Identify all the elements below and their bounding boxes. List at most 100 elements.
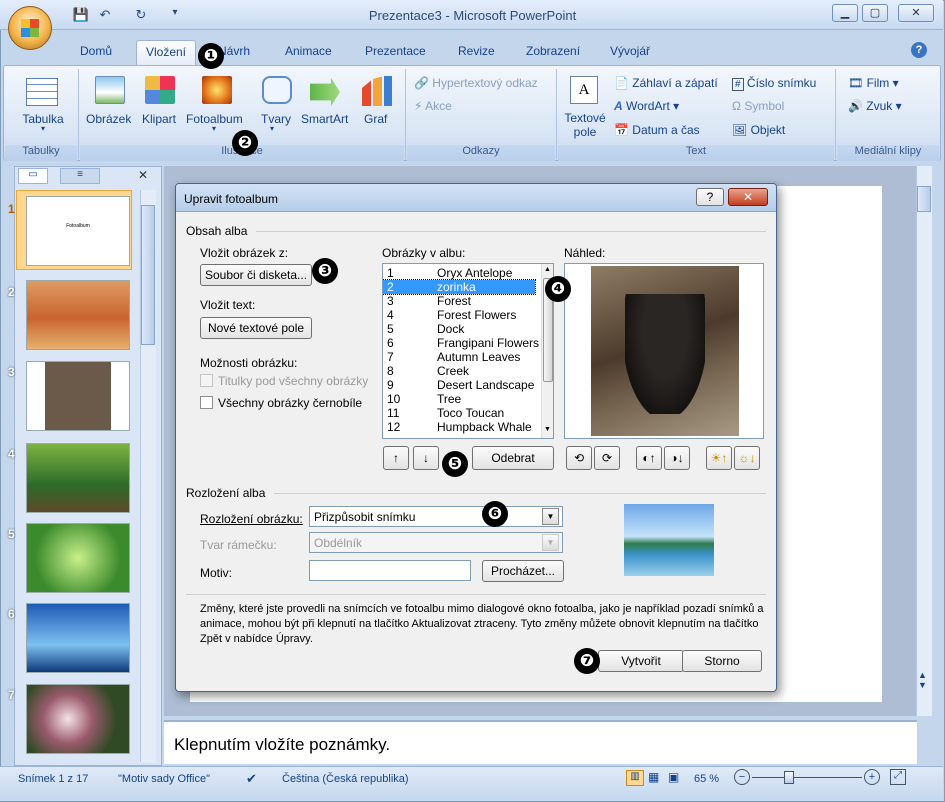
frame-shape-label: Tvar rámečku:: [200, 538, 277, 552]
list-item[interactable]: 12 Humpback Whale: [383, 420, 535, 434]
tab-prezentace[interactable]: Prezentace: [365, 44, 426, 66]
hyperlink-button[interactable]: 🔗 Hypertextový odkaz: [414, 76, 538, 90]
slide-thumb-7[interactable]: [26, 684, 130, 754]
slides-scroll-thumb[interactable]: [141, 205, 155, 345]
zoom-level[interactable]: 65 %: [694, 773, 719, 785]
zahlavi-button[interactable]: 📄 Záhlaví a zápatí: [614, 76, 718, 90]
slideshow-view-icon[interactable]: ▣: [668, 770, 679, 784]
outline-tab-icon[interactable]: ≡: [60, 168, 100, 184]
objekt-button[interactable]: 🖼 Objekt: [732, 123, 785, 137]
brightness-down-button[interactable]: ☼↓: [734, 446, 760, 470]
film-button[interactable]: 🎞 Film ▾: [848, 76, 899, 90]
graf-button[interactable]: Graf: [364, 112, 387, 126]
list-item[interactable]: 10 Tree: [383, 392, 535, 406]
obrazek-button[interactable]: Obrázek: [86, 112, 131, 126]
tab-animace[interactable]: Animace: [285, 44, 332, 66]
sound-icon: 🔊: [848, 99, 863, 113]
frame-shape-select[interactable]: Obdélník: [309, 532, 563, 553]
close-pane-icon[interactable]: ✕: [138, 168, 148, 182]
slide-thumb-3[interactable]: [26, 361, 130, 431]
normal-view-icon[interactable]: ▥: [626, 770, 644, 786]
wordart-button[interactable]: A WordArt ▾: [614, 99, 679, 113]
slide-thumb-4[interactable]: [26, 443, 130, 513]
textove-pole-button[interactable]: Textové pole: [562, 111, 608, 139]
slide-thumb-6[interactable]: [26, 603, 130, 673]
file-disk-button[interactable]: Soubor či disketa...: [200, 264, 312, 286]
office-button[interactable]: [8, 6, 52, 50]
notes-pane[interactable]: Klepnutím vložíte poznámky.: [164, 720, 917, 764]
rotate-left-button[interactable]: ⟲: [566, 446, 592, 470]
zoom-in-icon[interactable]: +: [864, 769, 880, 785]
group-odkazy: Odkazy: [407, 145, 555, 161]
picture-layout-select[interactable]: Přizpůsobit snímku: [309, 506, 563, 527]
tab-vlozeni[interactable]: Vložení: [136, 40, 196, 66]
scroll-up-icon[interactable]: ▲: [544, 266, 551, 273]
slide-thumb-5[interactable]: [26, 523, 130, 593]
akce-button[interactable]: ⚡ Akce: [414, 99, 452, 113]
scroll-down-icon[interactable]: ▼: [544, 426, 551, 433]
list-item[interactable]: 3 Forest: [383, 294, 535, 308]
chevron-down-icon[interactable]: ▼: [542, 534, 559, 551]
tab-vyvojar[interactable]: Vývojář: [610, 44, 650, 66]
maximize-button[interactable]: ▢: [862, 4, 888, 22]
chevron-down-icon[interactable]: ▼: [542, 508, 559, 525]
help-icon[interactable]: ?: [911, 42, 927, 58]
list-item[interactable]: 9 Desert Landscape: [383, 378, 535, 392]
contrast-up-button[interactable]: ◐↑: [636, 446, 662, 470]
header-footer-icon: 📄: [614, 76, 629, 90]
tab-zobrazeni[interactable]: Zobrazení: [526, 44, 580, 66]
contrast-down-button[interactable]: ◑↓: [664, 446, 690, 470]
sorter-view-icon[interactable]: ▦: [648, 770, 659, 784]
datum-button[interactable]: 📅 Datum a čas: [614, 123, 700, 137]
slide-thumb-1[interactable]: Fotoalbum: [26, 196, 130, 266]
smartart-button[interactable]: SmartArt: [301, 112, 348, 126]
slide-thumb-2[interactable]: [26, 280, 130, 350]
dialog-help-button[interactable]: ?: [696, 188, 724, 206]
slides-tab-icon[interactable]: ▭: [18, 168, 48, 184]
remove-button[interactable]: Odebrat: [472, 446, 554, 470]
spellcheck-icon[interactable]: ✔: [246, 771, 257, 787]
brightness-up-button[interactable]: ☀↑: [706, 446, 732, 470]
zoom-out-icon[interactable]: −: [734, 769, 750, 785]
pictures-listbox[interactable]: 1 Oryx Antelope 2 zorinka 3 Forest 4 Forest …: [382, 263, 554, 439]
slide-number: 7: [8, 688, 15, 702]
browse-button[interactable]: Procházet...: [482, 560, 564, 582]
rotate-right-button[interactable]: ⟳: [594, 446, 620, 470]
close-window-button[interactable]: ✕: [898, 4, 934, 22]
fit-window-icon[interactable]: ⤢: [890, 769, 906, 785]
klipart-button[interactable]: Klipart: [142, 112, 176, 126]
tvary-button[interactable]: Tvary: [261, 112, 291, 126]
zvuk-button[interactable]: 🔊 Zvuk ▾: [848, 99, 902, 113]
list-item[interactable]: 11 Toco Toucan: [383, 406, 535, 420]
list-item[interactable]: 6 Frangipani Flowers: [383, 336, 539, 350]
tab-domu[interactable]: Domů: [80, 44, 112, 66]
list-item[interactable]: 4 Forest Flowers: [383, 308, 535, 322]
captions-checkbox[interactable]: [200, 374, 213, 387]
prev-next-slide-icon[interactable]: ▲ ▼: [918, 670, 927, 690]
minimize-button[interactable]: ▁: [832, 4, 858, 22]
move-down-button[interactable]: ↓: [413, 446, 439, 470]
new-textbox-button[interactable]: Nové textové pole: [200, 317, 312, 339]
cancel-button[interactable]: Storno: [682, 650, 762, 672]
symbol-button[interactable]: Ω Symbol: [732, 99, 784, 113]
zoom-slider[interactable]: [752, 777, 862, 778]
editor-scrollbar[interactable]: [916, 166, 932, 716]
shapes-icon: [262, 76, 292, 104]
slide-number: 5: [8, 527, 15, 541]
list-item[interactable]: 5 Dock: [383, 322, 535, 336]
list-item-selected[interactable]: 2 zorinka: [383, 279, 536, 295]
list-item[interactable]: 7 Autumn Leaves: [383, 350, 535, 364]
create-button[interactable]: Vytvořit: [598, 650, 684, 672]
editor-scroll-thumb[interactable]: [917, 186, 931, 212]
list-item[interactable]: 8 Creek: [383, 364, 535, 378]
zoom-slider-thumb[interactable]: [784, 771, 794, 784]
theme-input[interactable]: [309, 560, 471, 581]
datum-label: Datum a čas: [632, 123, 700, 137]
black-white-checkbox[interactable]: [200, 396, 213, 409]
list-item[interactable]: 1 Oryx Antelope: [383, 266, 535, 280]
dialog-close-button[interactable]: ✕: [728, 188, 768, 206]
cislo-snimku-button[interactable]: # Číslo snímku: [732, 76, 816, 91]
move-up-button[interactable]: ↑: [383, 446, 409, 470]
tab-revize[interactable]: Revize: [458, 44, 495, 66]
status-language[interactable]: Čeština (Česká republika): [282, 773, 409, 785]
